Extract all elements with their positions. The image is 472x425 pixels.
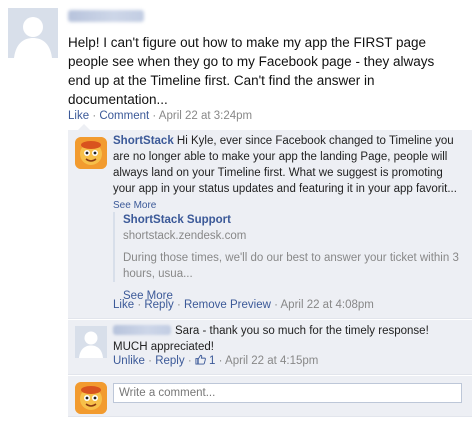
comment-reply: Sara - thank you so much for the timely … [68,320,472,375]
remove-preview-link[interactable]: Remove Preview [184,299,271,311]
comment-reply-link[interactable]: Reply [144,299,173,311]
comment-reply-link[interactable]: Reply [155,355,184,367]
comment-meta: Unlike · Reply · 1 · April 22 at 4:15pm [113,354,319,367]
preview-title[interactable]: ShortStack Support [123,212,472,228]
preview-description: During those times, we'll do our best to… [123,252,459,280]
like-link[interactable]: Like [68,110,89,122]
shortstack-avatar[interactable] [75,137,107,169]
comment-composer [68,376,472,417]
commenter-avatar[interactable] [75,326,107,358]
author-name-redacted[interactable] [68,10,144,22]
feed-story: Help! I can't figure out how to make my … [0,0,472,425]
like-count[interactable]: 1 [195,354,219,367]
like-count-value: 1 [209,355,216,367]
comment-timestamp[interactable]: April 22 at 4:15pm [225,355,318,367]
comment-text: Sara - thank you so much for the timely … [113,323,465,355]
write-comment-input[interactable] [113,383,462,403]
unlike-link[interactable]: Unlike [113,355,145,367]
comment-author[interactable]: ShortStack [113,135,174,147]
profile-avatar[interactable] [8,8,58,58]
shortstack-avatar [75,382,107,414]
comment-meta: Like · Reply · Remove Preview · April 22… [113,299,374,311]
link-preview: ShortStack Support shortstack.zendesk.co… [113,212,472,302]
post-timestamp[interactable]: April 22 at 3:24pm [159,110,252,122]
see-more-link[interactable]: See More [113,200,156,211]
comment-like-link[interactable]: Like [113,299,134,311]
post-text: Help! I can't figure out how to make my … [68,35,435,107]
comment-timestamp[interactable]: April 22 at 4:08pm [281,299,374,311]
thumbs-up-icon [195,354,206,365]
commenter-name-redacted[interactable] [113,325,171,335]
post-meta: Like · Comment · April 22 at 3:24pm [68,110,253,122]
comment-shortstack: ShortStack Hi Kyle, ever since Facebook … [68,130,472,319]
comments-section: ShortStack Hi Kyle, ever since Facebook … [68,124,472,419]
preview-domain: shortstack.zendesk.com [123,230,247,242]
comment-link[interactable]: Comment [99,110,149,122]
comment-text: ShortStack Hi Kyle, ever since Facebook … [113,133,465,214]
